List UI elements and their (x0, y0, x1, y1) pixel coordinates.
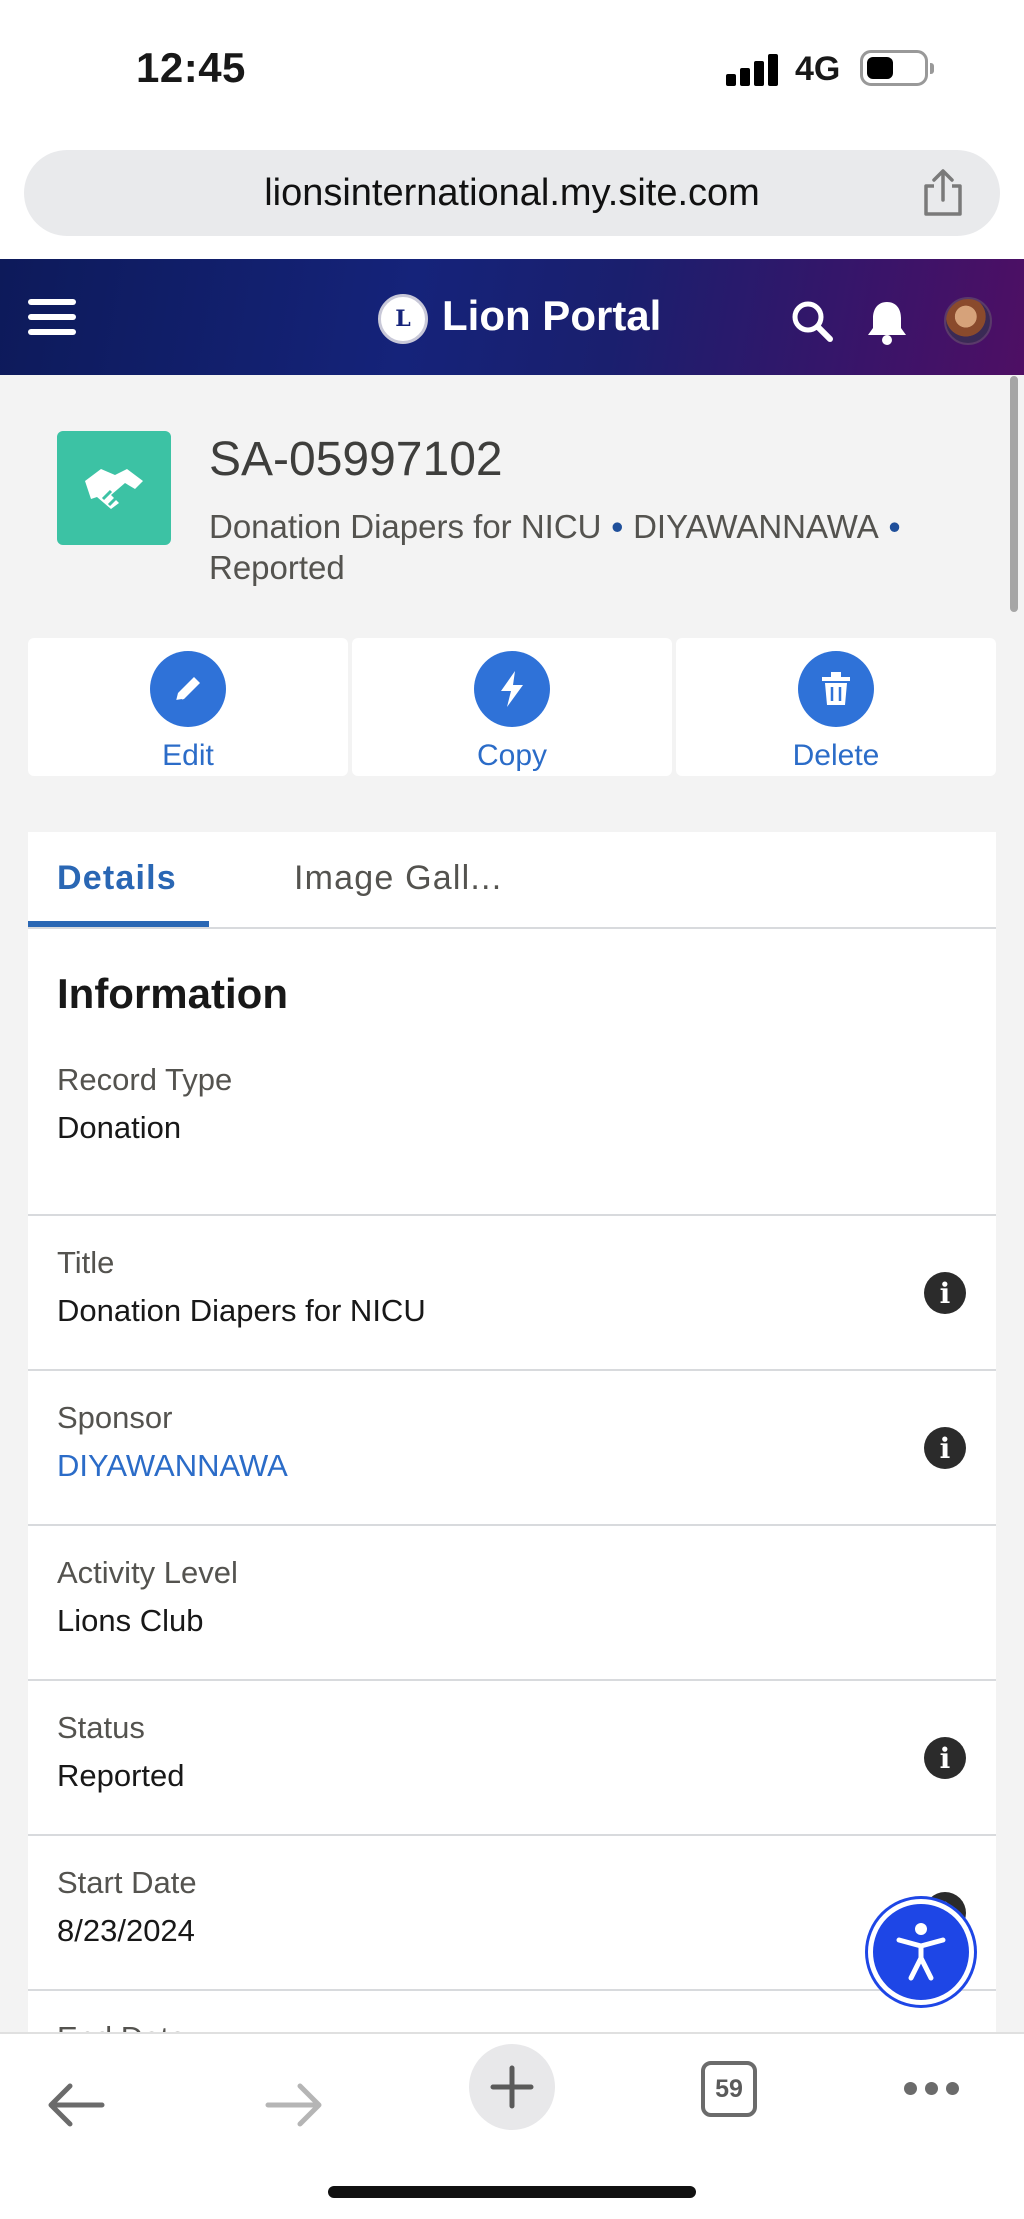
home-indicator (328, 2186, 696, 2198)
url-text: lionsinternational.my.site.com (264, 172, 760, 214)
lions-logo-icon: L (378, 294, 428, 344)
search-icon[interactable] (790, 299, 834, 343)
accessibility-button[interactable] (868, 1899, 974, 2005)
edit-button[interactable]: Edit (28, 638, 348, 776)
user-avatar[interactable] (944, 297, 992, 345)
field-title: Title Donation Diapers for NICU i (28, 1216, 996, 1371)
field-record-type: Record Type Donation (28, 1062, 996, 1216)
plus-icon (490, 2065, 534, 2109)
share-icon[interactable] (920, 168, 966, 218)
forward-arrow-icon[interactable] (264, 2082, 324, 2128)
active-tab-indicator (28, 921, 209, 927)
record-subtitle: Donation Diapers for NICU • DIYAWANNAWA • R… (209, 508, 901, 586)
field-sponsor: Sponsor DIYAWANNAWA i (28, 1371, 996, 1526)
delete-button[interactable]: Delete (676, 638, 996, 776)
tab-image-gallery[interactable]: Image Gall... (294, 859, 502, 898)
menu-icon[interactable] (28, 299, 76, 335)
sponsor-link[interactable]: DIYAWANNAWA (57, 1448, 288, 1484)
info-icon[interactable]: i (924, 1272, 966, 1314)
network-type: 4G (795, 50, 841, 88)
pencil-icon (150, 651, 226, 727)
new-tab-button[interactable] (469, 2044, 555, 2130)
record-subtitle-status: Reported (209, 549, 345, 586)
accessibility-icon (896, 1923, 946, 1981)
tabs-count-button[interactable]: 59 (701, 2061, 757, 2117)
browser-url-bar: lionsinternational.my.site.com (0, 140, 1024, 259)
bell-icon[interactable] (864, 297, 910, 345)
info-icon[interactable]: i (924, 1737, 966, 1779)
back-arrow-icon[interactable] (46, 2082, 106, 2128)
portal-header: L Lion Portal (0, 259, 1024, 375)
portal-title: Lion Portal (442, 292, 662, 339)
info-icon[interactable]: i (924, 1427, 966, 1469)
copy-button[interactable]: Copy (352, 638, 672, 776)
more-options-icon[interactable] (904, 2082, 960, 2096)
service-activity-icon (57, 431, 171, 545)
record-actions: Edit Copy Delete (28, 638, 996, 776)
record-subtitle-sponsor: DIYAWANNAWA (633, 508, 879, 545)
trash-icon (798, 651, 874, 727)
field-status: Status Reported i (28, 1681, 996, 1836)
signal-icon (726, 52, 780, 86)
field-start-date: Start Date 8/23/2024 i (28, 1836, 996, 1991)
url-field[interactable]: lionsinternational.my.site.com (24, 150, 1000, 236)
tab-bar: Details Image Gall... (28, 832, 996, 929)
field-activity-level: Activity Level Lions Club (28, 1526, 996, 1681)
section-title: Information (57, 970, 288, 1017)
tab-details[interactable]: Details (57, 859, 177, 898)
page: 12:45 4G lionsinternational.my.site.com … (0, 0, 1024, 2219)
battery-icon (860, 50, 934, 86)
lightning-icon (474, 651, 550, 727)
record-subtitle-title: Donation Diapers for NICU (209, 508, 602, 545)
status-bar: 12:45 4G (0, 0, 1024, 140)
scrollbar-thumb[interactable] (1010, 376, 1018, 612)
record-id: SA-05997102 (209, 433, 503, 486)
status-time: 12:45 (136, 44, 246, 91)
details-card: Details Image Gall... Information Record… (28, 832, 996, 2089)
